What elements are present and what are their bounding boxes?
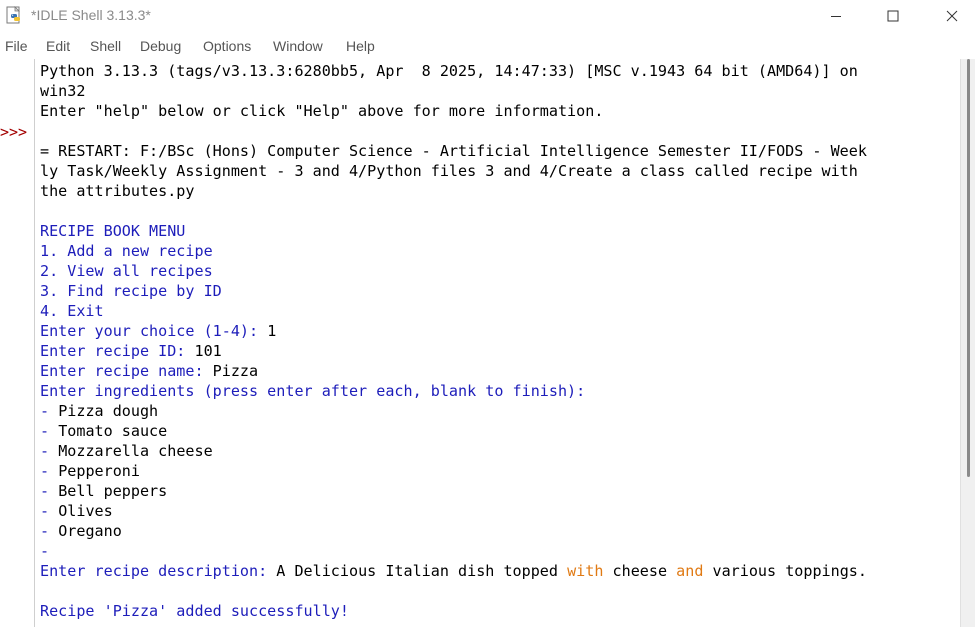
shell-line: - Bell peppers bbox=[40, 481, 167, 501]
prompt-text: Enter recipe name: bbox=[40, 362, 213, 380]
menu-bar: File Edit Shell Debug Options Window Hel… bbox=[0, 34, 975, 59]
minimize-icon bbox=[831, 15, 841, 17]
close-button[interactable] bbox=[924, 0, 975, 31]
shell-sidebar bbox=[0, 59, 34, 627]
shell-line: Enter ingredients (press enter after eac… bbox=[40, 382, 586, 400]
shell-text-area[interactable]: Python 3.13.3 (tags/v3.13.3:6280bb5, Apr… bbox=[35, 59, 961, 627]
menu-debug[interactable]: Debug bbox=[140, 38, 181, 54]
shell-line: 3. Find recipe by ID bbox=[40, 282, 222, 300]
shell-line: Recipe 'Pizza' added successfully! bbox=[40, 602, 349, 620]
menu-shell[interactable]: Shell bbox=[90, 38, 121, 54]
title-bar[interactable]: *IDLE Shell 3.13.3* bbox=[0, 0, 975, 33]
user-input: A Delicious Italian dish topped bbox=[276, 562, 568, 580]
user-input: Tomato sauce bbox=[58, 422, 168, 440]
shell-line: RECIPE BOOK MENU bbox=[40, 222, 186, 240]
shell-line: 2. View all recipes bbox=[40, 262, 213, 280]
maximize-icon bbox=[887, 10, 899, 21]
shell-line: the attributes.py bbox=[40, 182, 195, 200]
prompt-text: Enter your choice (1-4): bbox=[40, 322, 268, 340]
shell-line: 1. Add a new recipe bbox=[40, 242, 213, 260]
minimize-button[interactable] bbox=[808, 0, 864, 31]
shell-line: - Pepperoni bbox=[40, 461, 140, 481]
shell-line: Enter "help" below or click "Help" above… bbox=[40, 102, 604, 120]
shell-line: = RESTART: F:/BSc (Hons) Computer Scienc… bbox=[40, 142, 867, 160]
user-input: cheese bbox=[603, 562, 677, 580]
user-input: Olives bbox=[58, 502, 113, 520]
vertical-scrollbar[interactable] bbox=[961, 59, 975, 627]
shell-line: - Tomato sauce bbox=[40, 421, 167, 441]
user-input: 101 bbox=[194, 342, 222, 360]
maximize-button[interactable] bbox=[865, 0, 921, 31]
menu-file[interactable]: File bbox=[5, 38, 28, 54]
user-input: Bell peppers bbox=[58, 482, 168, 500]
prompt-text: Enter recipe description: bbox=[40, 562, 277, 580]
user-input: Mozzarella cheese bbox=[58, 442, 213, 460]
menu-help[interactable]: Help bbox=[346, 38, 375, 54]
shell-line: - bbox=[40, 541, 49, 561]
prompt-text: - bbox=[40, 462, 59, 480]
shell-line: - Pizza dough bbox=[40, 401, 158, 421]
user-input: Pizza bbox=[212, 362, 259, 380]
window-title: *IDLE Shell 3.13.3* bbox=[31, 7, 151, 23]
shell-line: 4. Exit bbox=[40, 302, 104, 320]
shell-line: - Oregano bbox=[40, 521, 122, 541]
prompt-text: - bbox=[40, 442, 59, 460]
user-input: 1 bbox=[267, 322, 277, 340]
scrollbar-thumb[interactable] bbox=[967, 59, 970, 477]
shell-line: Enter your choice (1-4): 1 bbox=[40, 321, 276, 341]
keyword-text: with bbox=[567, 562, 604, 580]
shell-line: Enter recipe description: A Delicious It… bbox=[40, 561, 867, 581]
idle-shell-window: *IDLE Shell 3.13.3* File Edit Shell Debu… bbox=[0, 0, 975, 627]
prompt-text: - bbox=[40, 422, 59, 440]
user-input: Pepperoni bbox=[58, 462, 140, 480]
prompt-text: - bbox=[40, 502, 59, 520]
prompt-text: - bbox=[40, 542, 50, 560]
shell-line: Enter recipe name: Pizza bbox=[40, 361, 258, 381]
keyword-text: and bbox=[676, 562, 704, 580]
shell-line: Enter recipe ID: 101 bbox=[40, 341, 222, 361]
user-input: various toppings. bbox=[703, 562, 867, 580]
shell-line: ly Task/Weekly Assignment - 3 and 4/Pyth… bbox=[40, 162, 858, 180]
menu-edit[interactable]: Edit bbox=[46, 38, 70, 54]
close-icon bbox=[946, 10, 958, 21]
user-input: Pizza dough bbox=[58, 402, 159, 420]
shell-prompt: >>> bbox=[0, 123, 28, 141]
shell-line: Python 3.13.3 (tags/v3.13.3:6280bb5, Apr… bbox=[40, 62, 858, 80]
prompt-text: - bbox=[40, 402, 59, 420]
prompt-text: Enter recipe ID: bbox=[40, 342, 195, 360]
user-input: Oregano bbox=[58, 522, 122, 540]
prompt-text: - bbox=[40, 482, 59, 500]
menu-options[interactable]: Options bbox=[203, 38, 251, 54]
prompt-text: - bbox=[40, 522, 59, 540]
shell-line: win32 bbox=[40, 82, 86, 100]
shell-line: - Mozzarella cheese bbox=[40, 441, 213, 461]
python-idle-icon bbox=[5, 6, 24, 25]
shell-line: - Olives bbox=[40, 501, 113, 521]
menu-window[interactable]: Window bbox=[273, 38, 323, 54]
